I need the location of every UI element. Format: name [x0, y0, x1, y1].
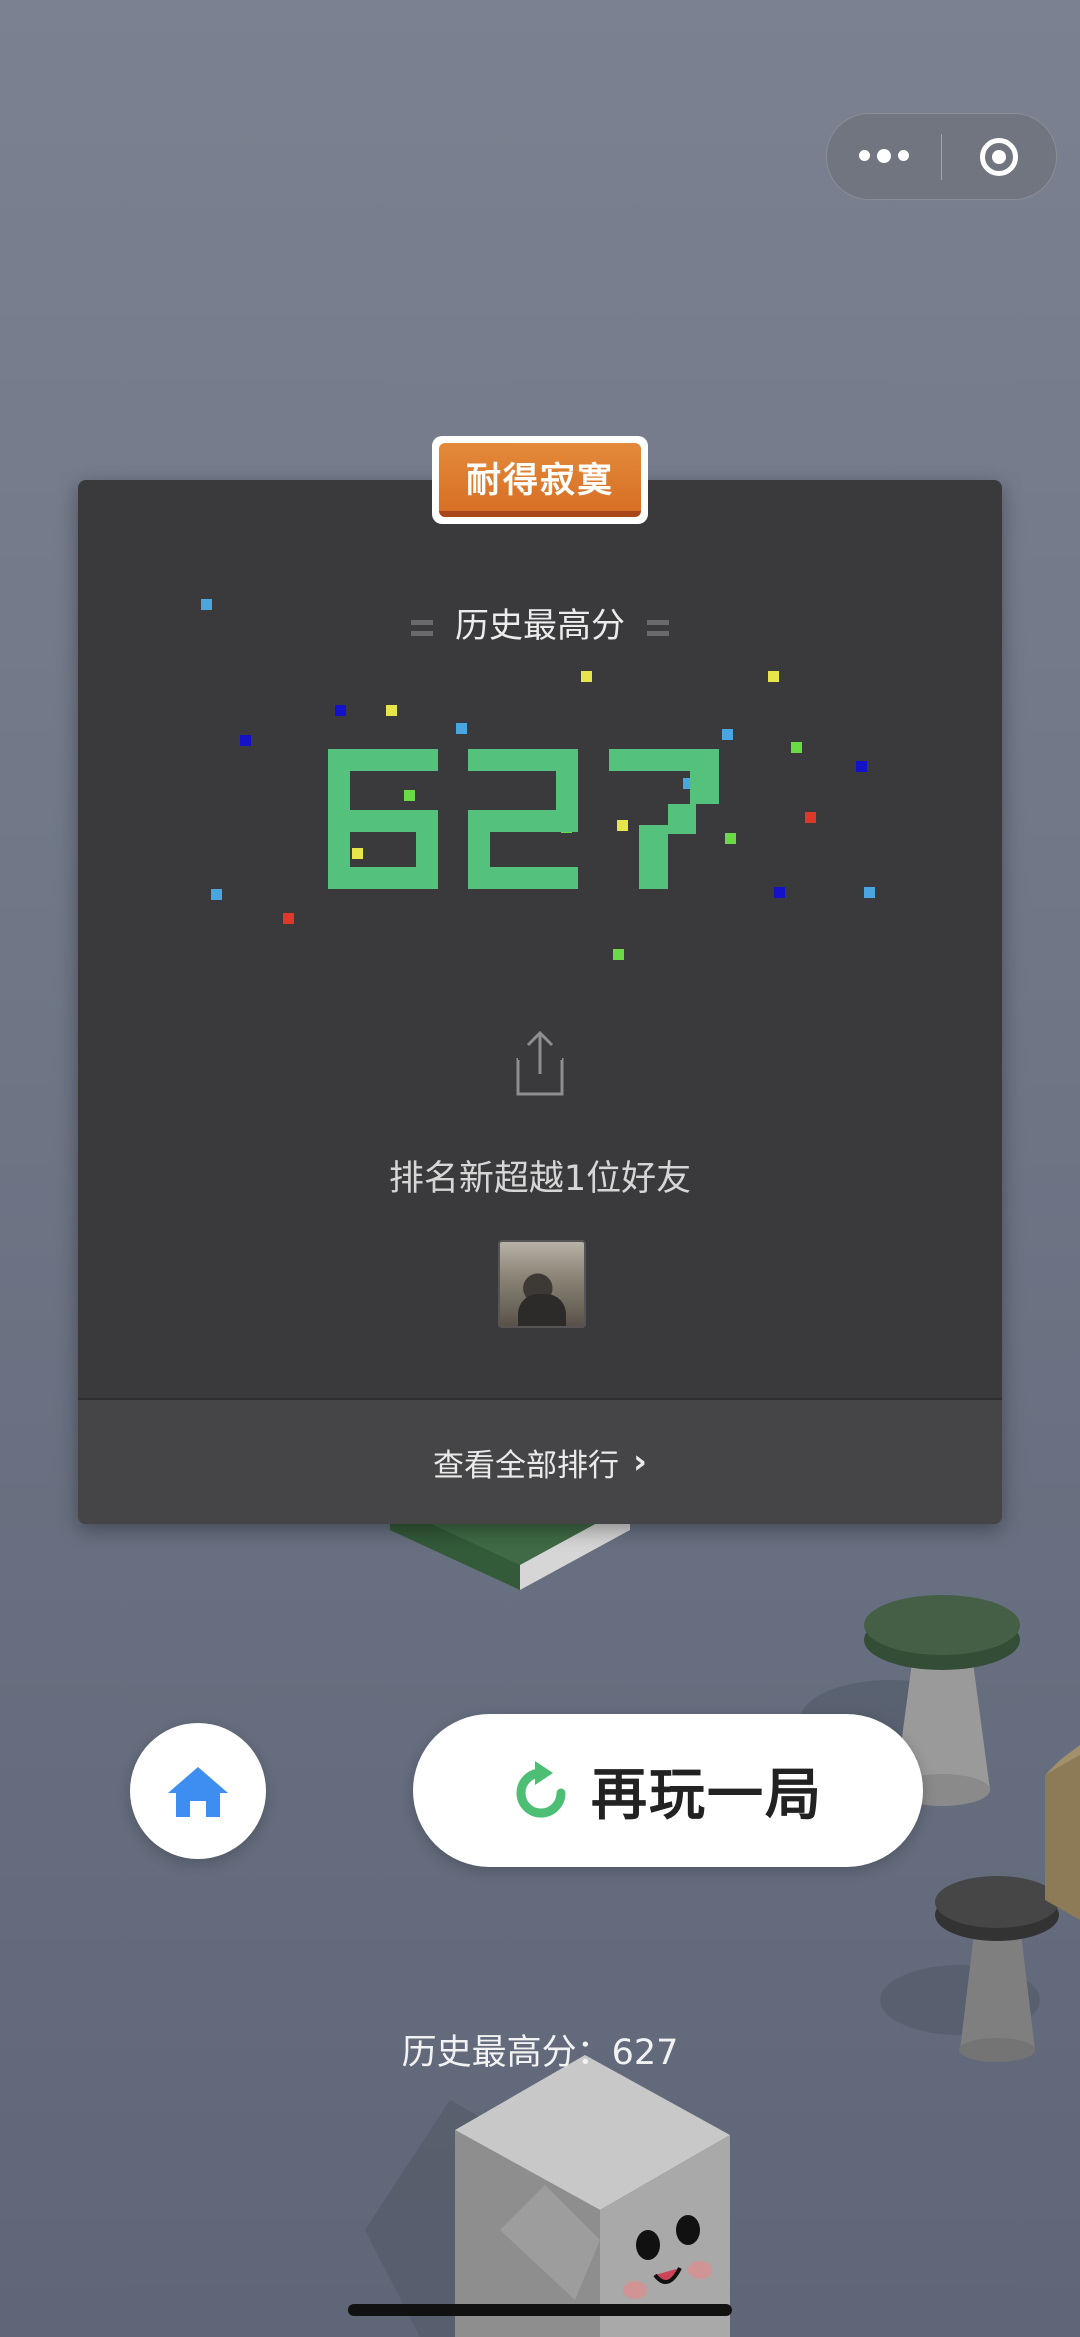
home-icon — [168, 1767, 228, 1817]
replay-icon — [516, 1760, 566, 1817]
chevron-right-icon: › — [632, 1442, 647, 1482]
confetti — [201, 599, 875, 960]
title-badge-label: 耐得寂寞 — [439, 443, 641, 517]
pixel-score-display — [201, 599, 875, 960]
replay-label: 再玩一局 — [591, 1763, 823, 1828]
share-icon[interactable] — [510, 1028, 570, 1098]
replay-button[interactable]: 再玩一局 — [413, 1714, 923, 1867]
title-badge: 耐得寂寞 — [432, 436, 648, 524]
friend-avatar[interactable] — [498, 1240, 586, 1328]
result-card: 历史最高分 排名新超越1位好友 查看全部排行 › — [78, 480, 1002, 1524]
more-menu-button[interactable] — [827, 114, 941, 199]
rank-surpass-text: 排名新超越1位好友 — [388, 1159, 692, 1199]
score-digit-2 — [468, 749, 578, 889]
home-indicator-bar[interactable] — [348, 2304, 732, 2316]
score-digit-7 — [609, 749, 719, 889]
exit-target-icon — [980, 137, 1018, 176]
view-all-rankings-button[interactable]: 查看全部排行 › — [78, 1398, 1002, 1524]
bottom-high-score: 历史最高分：627 — [401, 2033, 679, 2073]
game-scene: 历史最高分 排名新超越1位好友 查看全部排行 › 耐得寂寞 再玩一局 历史最高分… — [0, 0, 1080, 2337]
more-dots-icon — [859, 149, 909, 163]
view-all-rankings-label: 查看全部排行 — [432, 1447, 619, 1484]
close-miniprogram-button[interactable] — [942, 114, 1056, 199]
miniprogram-capsule — [826, 113, 1057, 200]
score-digit-6 — [328, 749, 438, 889]
home-button[interactable] — [130, 1723, 266, 1859]
